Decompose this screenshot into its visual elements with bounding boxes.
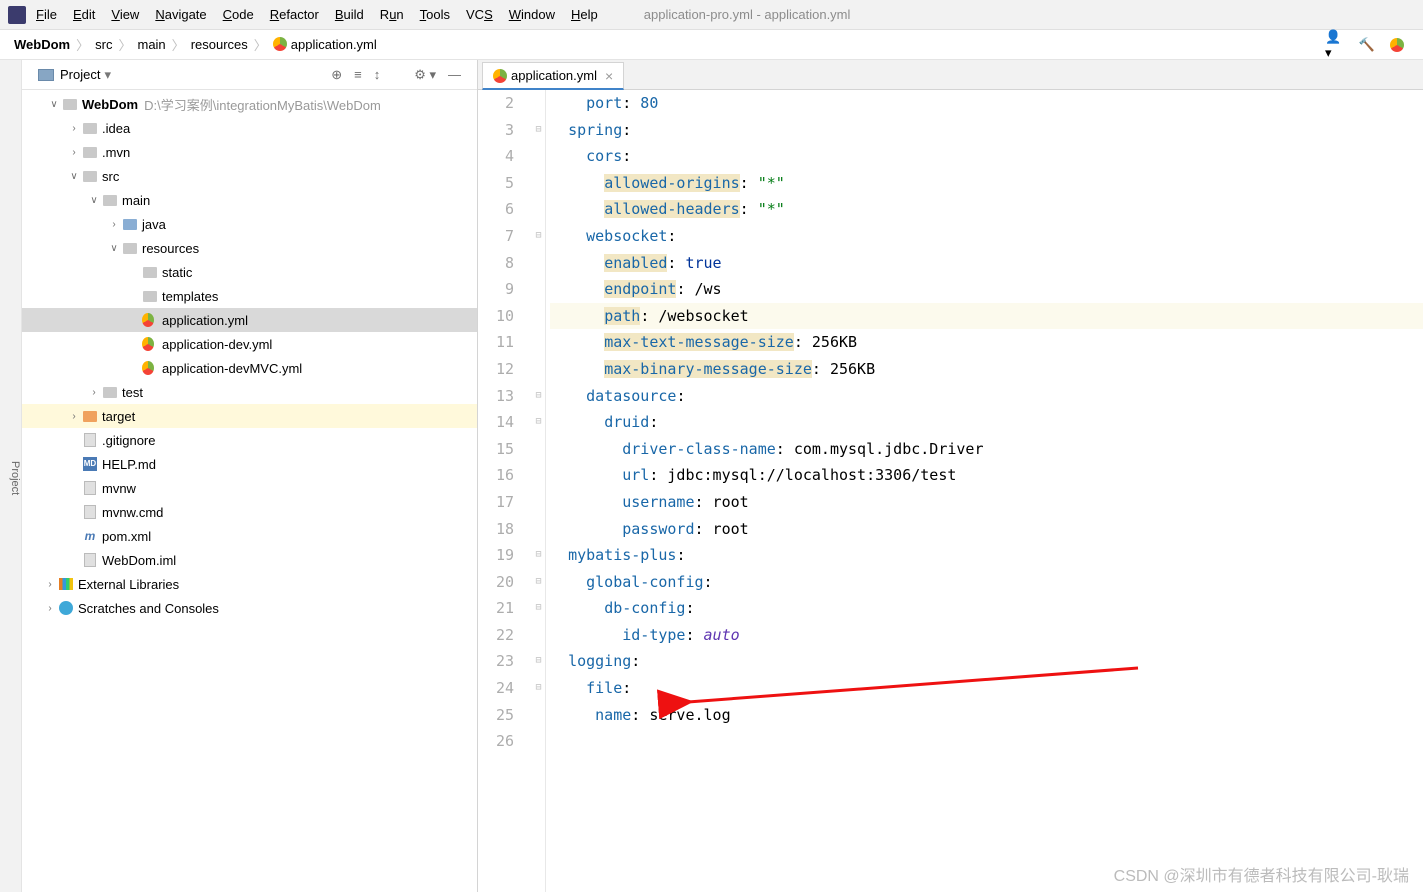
tree-test[interactable]: ›test <box>22 380 477 404</box>
editor-area: application.yml × 2345678910111213141516… <box>478 60 1423 892</box>
select-opened-icon[interactable]: ⊕ <box>331 67 342 83</box>
tree-main[interactable]: ∨main <box>22 188 477 212</box>
project-header: Project ▾ ⊕ ≡ ↕ ⚙ ▾ — <box>22 60 477 90</box>
tree-pom[interactable]: mpom.xml <box>22 524 477 548</box>
crumb-resources[interactable]: resources <box>185 37 254 52</box>
crumb-src[interactable]: src <box>89 37 118 52</box>
editor-tab-application-yml[interactable]: application.yml × <box>482 62 624 90</box>
chevron-right-icon: 〉 <box>118 35 131 54</box>
tree-src[interactable]: ∨src <box>22 164 477 188</box>
chevron-right-icon: 〉 <box>172 35 185 54</box>
app-logo-icon <box>8 6 26 24</box>
expand-all-icon[interactable]: ≡ <box>354 67 362 83</box>
crumb-file[interactable]: application.yml <box>267 37 383 52</box>
tree-scratches[interactable]: ›Scratches and Consoles <box>22 596 477 620</box>
crumb-main[interactable]: main <box>131 37 171 52</box>
tree-static[interactable]: static <box>22 260 477 284</box>
dropdown-icon[interactable]: ▾ <box>104 67 111 83</box>
tree-java[interactable]: ›java <box>22 212 477 236</box>
yml-icon <box>493 69 507 83</box>
close-icon[interactable]: × <box>605 68 613 84</box>
fold-gutter[interactable]: ⊟⊟⊟⊟⊟⊟⊟⊟⊟ <box>532 90 546 892</box>
tree-application-devmvc-yml[interactable]: application-devMVC.yml <box>22 356 477 380</box>
tree-application-yml[interactable]: application.yml <box>22 308 477 332</box>
tree-templates[interactable]: templates <box>22 284 477 308</box>
tree-iml[interactable]: WebDom.iml <box>22 548 477 572</box>
settings-gear-icon[interactable]: ⚙ ▾ <box>414 67 436 83</box>
tree-resources[interactable]: ∨resources <box>22 236 477 260</box>
menu-edit[interactable]: Edit <box>73 7 95 22</box>
tree-root[interactable]: ∨ WebDom D:\学习案例\integrationMyBatis\WebD… <box>22 92 477 116</box>
menu-vcs[interactable]: VCS <box>466 7 493 22</box>
menu-navigate[interactable]: Navigate <box>155 7 206 22</box>
window-title: application-pro.yml - application.yml <box>644 7 851 22</box>
tree-helpmd[interactable]: MDHELP.md <box>22 452 477 476</box>
main-split: Project Project ▾ ⊕ ≡ ↕ ⚙ ▾ — ∨ WebDom D… <box>0 60 1423 892</box>
project-panel: Project ▾ ⊕ ≡ ↕ ⚙ ▾ — ∨ WebDom D:\学习案例\i… <box>22 60 478 892</box>
run-config-icon[interactable] <box>1389 35 1409 55</box>
crumb-root[interactable]: WebDom <box>8 37 76 52</box>
menu-refactor[interactable]: Refactor <box>270 7 319 22</box>
code-editor[interactable]: 2345678910111213141516171819202122232425… <box>478 90 1423 892</box>
menu-build[interactable]: Build <box>335 7 364 22</box>
toolbar-right: 👤▾ 🔨 <box>1325 35 1415 55</box>
menu-bar: File Edit View Navigate Code Refactor Bu… <box>0 0 1423 30</box>
line-gutter: 2345678910111213141516171819202122232425… <box>478 90 532 892</box>
tree-mvn[interactable]: ›.mvn <box>22 140 477 164</box>
chevron-right-icon: 〉 <box>254 35 267 54</box>
menu-file[interactable]: File <box>36 7 57 22</box>
collapse-all-icon[interactable]: ↕ <box>374 67 381 83</box>
code-content[interactable]: port: 80 spring: cors: allowed-origins: … <box>546 90 1423 892</box>
project-tree[interactable]: ∨ WebDom D:\学习案例\integrationMyBatis\WebD… <box>22 90 477 892</box>
sidetab-project[interactable]: Project <box>9 461 21 495</box>
hide-panel-icon[interactable]: — <box>448 67 461 83</box>
tree-idea[interactable]: ›.idea <box>22 116 477 140</box>
tree-target[interactable]: ›target <box>22 404 477 428</box>
menu-run[interactable]: Run <box>380 7 404 22</box>
build-hammer-icon[interactable]: 🔨 <box>1357 35 1377 55</box>
tab-label: application.yml <box>511 68 597 83</box>
tree-external-libs[interactable]: ›External Libraries <box>22 572 477 596</box>
watermark: CSDN @深圳市有德者科技有限公司-耿瑞 <box>1114 862 1409 886</box>
menu-window[interactable]: Window <box>509 7 555 22</box>
menu-help[interactable]: Help <box>571 7 598 22</box>
tree-mvnw[interactable]: mvnw <box>22 476 477 500</box>
tree-application-dev-yml[interactable]: application-dev.yml <box>22 332 477 356</box>
menu-view[interactable]: View <box>111 7 139 22</box>
user-icon[interactable]: 👤▾ <box>1325 35 1345 55</box>
chevron-right-icon: 〉 <box>76 35 89 54</box>
breadcrumb-bar: WebDom 〉 src 〉 main 〉 resources 〉 applic… <box>0 30 1423 60</box>
editor-tab-bar: application.yml × <box>478 60 1423 90</box>
project-header-label[interactable]: Project <box>60 67 100 82</box>
yml-icon <box>273 37 287 51</box>
menu-tools[interactable]: Tools <box>420 7 450 22</box>
tree-mvnwcmd[interactable]: mvnw.cmd <box>22 500 477 524</box>
menu-code[interactable]: Code <box>223 7 254 22</box>
tree-gitignore[interactable]: .gitignore <box>22 428 477 452</box>
project-icon <box>38 69 54 81</box>
left-tool-strip[interactable]: Project <box>0 60 22 892</box>
